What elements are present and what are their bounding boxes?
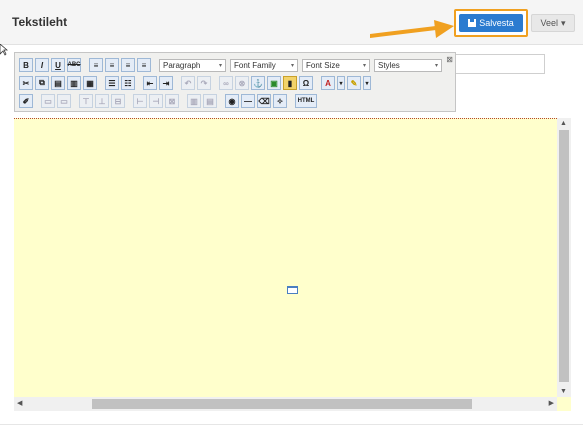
bold-button[interactable]: B xyxy=(19,58,33,72)
table-cell-props-icon[interactable]: ▭ xyxy=(57,94,71,108)
media-icon[interactable]: ▮ xyxy=(283,76,297,90)
copy-icon[interactable]: ⧉ xyxy=(35,76,49,90)
paste-text-icon[interactable]: ▥ xyxy=(67,76,81,90)
vertical-scrollbar[interactable]: ▲ ▼ xyxy=(557,118,571,397)
insert-col-before-icon[interactable]: ⊢ xyxy=(133,94,147,108)
html-source-button[interactable]: HTML xyxy=(295,94,317,108)
insert-row-before-icon[interactable]: ⊤ xyxy=(79,94,93,108)
scroll-down-icon[interactable]: ▼ xyxy=(560,388,567,395)
table-row-props-icon[interactable]: ▭ xyxy=(41,94,55,108)
horizontal-scroll-thumb[interactable] xyxy=(92,399,472,409)
insert-col-after-icon[interactable]: ⊣ xyxy=(149,94,163,108)
underline-button[interactable]: U xyxy=(51,58,65,72)
visual-aid-icon[interactable]: ◉ xyxy=(225,94,239,108)
format-select[interactable]: Paragraph ▾ xyxy=(159,58,226,72)
image-icon[interactable]: ▣ xyxy=(267,76,281,90)
merge-cells-icon[interactable]: ▤ xyxy=(203,94,217,108)
bullet-list-icon[interactable]: ☰ xyxy=(105,76,119,90)
link-icon[interactable]: ∞ xyxy=(219,76,233,90)
save-button-highlight: Salvesta xyxy=(454,9,528,37)
numbered-list-icon[interactable]: ☷ xyxy=(121,76,135,90)
save-label: Salvesta xyxy=(479,18,514,28)
delete-row-icon[interactable]: ⊟ xyxy=(111,94,125,108)
edit-css-icon[interactable]: ✐ xyxy=(19,94,33,108)
delete-col-icon[interactable]: ⊠ xyxy=(165,94,179,108)
split-cells-icon[interactable]: ▥ xyxy=(187,94,201,108)
toolbar-row-2: ✂ ⧉ ▤ ▥ ▦ ☰ ☷ ⇤ ⇥ ↶ ↷ ∞ ⊗ ⚓ ▣ ▮ Ω A ▾ ✎ … xyxy=(19,75,371,91)
floppy-icon xyxy=(468,19,477,27)
align-right-icon[interactable]: ≡ xyxy=(121,58,135,72)
horizontal-rule-icon[interactable]: — xyxy=(241,94,255,108)
italic-button[interactable]: I xyxy=(35,58,49,72)
toolbar-close-icon[interactable]: ⊠ xyxy=(446,55,453,64)
remove-format-icon[interactable]: ⌫ xyxy=(257,94,271,108)
divider xyxy=(0,424,583,425)
strikethrough-button[interactable]: ABC xyxy=(67,58,81,72)
scroll-left-icon[interactable]: ◀ xyxy=(17,399,22,407)
page-title: Tekstileht xyxy=(12,15,68,29)
paste-icon[interactable]: ▤ xyxy=(51,76,65,90)
toolbar-row-3: ✐ ▭ ▭ ⊤ ⊥ ⊟ ⊢ ⊣ ⊠ ▥ ▤ ◉ — ⌫ ✧ HTML xyxy=(19,93,317,109)
special-char-icon[interactable]: Ω xyxy=(299,76,313,90)
text-color-dropdown-icon[interactable]: ▾ xyxy=(337,76,345,90)
background-color-dropdown-icon[interactable]: ▾ xyxy=(363,76,371,90)
toolbar-row-1: B I U ABC ≡ ≡ ≡ ≡ Paragraph ▾ Font Family… xyxy=(19,57,442,73)
scroll-up-icon[interactable]: ▲ xyxy=(560,120,567,127)
background-color-icon[interactable]: ✎ xyxy=(347,76,361,90)
dialog-header: Tekstileht Salvesta Veel ▾ xyxy=(0,0,583,45)
more-label: Veel xyxy=(540,18,558,28)
font-family-select[interactable]: Font Family ▾ xyxy=(230,58,298,72)
scroll-right-icon[interactable]: ▶ xyxy=(549,399,554,407)
more-button[interactable]: Veel ▾ xyxy=(531,14,575,32)
indent-icon[interactable]: ⇥ xyxy=(159,76,173,90)
unlink-icon[interactable]: ⊗ xyxy=(235,76,249,90)
styles-select[interactable]: Styles ▾ xyxy=(374,58,442,72)
redo-icon[interactable]: ↷ xyxy=(197,76,211,90)
insert-row-after-icon[interactable]: ⊥ xyxy=(95,94,109,108)
outdent-icon[interactable]: ⇤ xyxy=(143,76,157,90)
align-left-icon[interactable]: ≡ xyxy=(89,58,103,72)
font-size-select[interactable]: Font Size ▾ xyxy=(302,58,370,72)
mouse-cursor-icon xyxy=(0,44,8,56)
cut-icon[interactable]: ✂ xyxy=(19,76,33,90)
window-placeholder-icon xyxy=(287,286,298,294)
caret-down-icon: ▾ xyxy=(561,17,566,28)
vertical-scroll-thumb[interactable] xyxy=(559,130,569,382)
anchor-icon[interactable]: ⚓ xyxy=(251,76,265,90)
text-color-icon[interactable]: A xyxy=(321,76,335,90)
undo-icon[interactable]: ↶ xyxy=(181,76,195,90)
paste-word-icon[interactable]: ▦ xyxy=(83,76,97,90)
title-input[interactable] xyxy=(456,54,545,74)
horizontal-scrollbar[interactable]: ◀ ▶ xyxy=(14,397,557,411)
align-justify-icon[interactable]: ≡ xyxy=(137,58,151,72)
cleanup-icon[interactable]: ✧ xyxy=(273,94,287,108)
editor-toolbar: ⊠ B I U ABC ≡ ≡ ≡ ≡ Paragraph ▾ Font Fami… xyxy=(14,52,456,112)
editor-content-area[interactable] xyxy=(14,118,571,411)
arrow-annotation-icon xyxy=(370,20,454,38)
align-center-icon[interactable]: ≡ xyxy=(105,58,119,72)
save-button[interactable]: Salvesta xyxy=(459,14,523,32)
